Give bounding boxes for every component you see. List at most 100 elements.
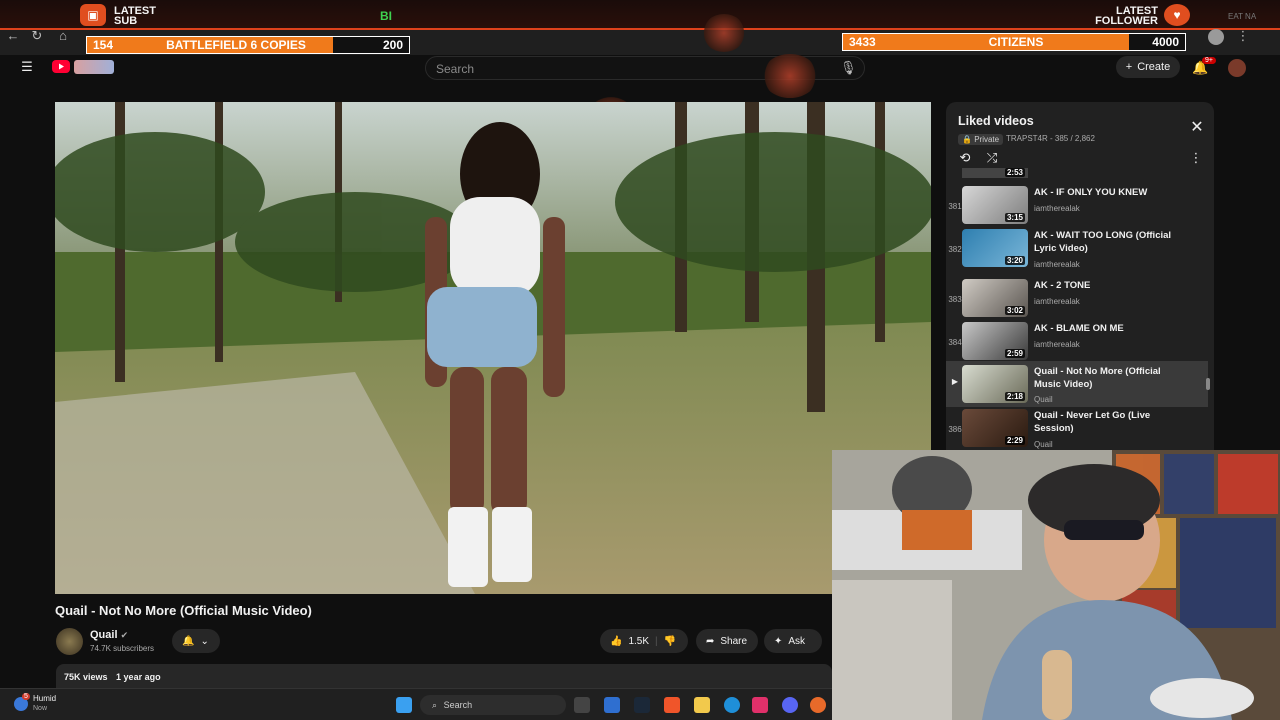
- steam-icon[interactable]: [634, 697, 650, 713]
- playlist-item-channel: iamtherealak: [1034, 260, 1080, 269]
- ask-label: Ask: [788, 635, 806, 647]
- goal-bar-battlefield: 154 BATTLEFIELD 6 COPIES 200: [86, 36, 410, 54]
- close-icon[interactable]: ✕: [1190, 120, 1204, 136]
- windows-taskbar: 5 Humid Now ⌕ Search: [0, 688, 832, 720]
- share-button[interactable]: ➦ Share: [696, 629, 758, 653]
- duration-badge: 2:29: [1004, 436, 1025, 445]
- youtube-logo[interactable]: [52, 60, 70, 73]
- partial-duration: 2:53: [1004, 168, 1025, 177]
- create-button[interactable]: + Create: [1116, 56, 1180, 78]
- sparkle-icon: ✦: [774, 635, 783, 647]
- playlist-item-number: 382: [948, 245, 962, 254]
- edge-browser-icon[interactable]: [724, 697, 740, 713]
- goal-left-label: BATTLEFIELD 6 COPIES: [166, 38, 306, 52]
- playlist-item-title: AK - WAIT TOO LONG (Official Lyric Video…: [1034, 230, 1172, 254]
- goal-left-target: 200: [333, 37, 409, 53]
- firefox-icon[interactable]: [810, 697, 826, 713]
- goal-right-current: 3433: [849, 35, 876, 49]
- like-count: 1.5K: [628, 635, 650, 647]
- playlist-thumbnail: 3:02: [962, 279, 1028, 317]
- playlist-thumbnail: 3:20: [962, 229, 1028, 267]
- goal-right-target: 4000: [1129, 34, 1185, 50]
- playlist-title: Liked videos: [958, 114, 1034, 128]
- playlist-item[interactable]: 384 2:59 AK - BLAME ON ME iamtherealak: [946, 322, 1208, 364]
- goal-right-label: CITIZENS: [988, 35, 1044, 49]
- playlist-item-title: Quail - Not No More (Official Music Vide…: [1034, 366, 1161, 390]
- playlist-item-current[interactable]: ▶ 2:18 Quail - Not No More (Official Mus…: [946, 361, 1208, 407]
- twitch-icon: ▣: [80, 4, 106, 26]
- duration-badge: 3:15: [1004, 213, 1025, 222]
- playlist-item[interactable]: 386 2:29 Quail - Never Let Go (Live Sess…: [946, 409, 1208, 450]
- playlist-item-channel: iamtherealak: [1034, 340, 1080, 349]
- lock-icon: 🔒: [962, 135, 972, 144]
- create-label: Create: [1137, 61, 1171, 73]
- mic-icon[interactable]: 🎙: [840, 61, 857, 75]
- webcam-feed: [832, 450, 1280, 720]
- plus-icon: +: [1125, 61, 1133, 73]
- home-icon[interactable]: ⌂: [56, 29, 70, 43]
- playlist-item-channel: Quail: [1034, 395, 1053, 404]
- playlist-meta: TRAPST4R - 385 / 2,862: [1006, 134, 1095, 143]
- channel-avatar[interactable]: [1228, 59, 1246, 77]
- taskbar-search-placeholder: Search: [443, 700, 473, 710]
- task-view-icon[interactable]: [574, 697, 590, 713]
- thumbs-down-icon[interactable]: 👎: [664, 636, 676, 647]
- notification-toggle-button[interactable]: 🔔 ⌄: [172, 629, 220, 653]
- playlist-partial-thumbnail[interactable]: 2:53: [962, 168, 1028, 178]
- bell-icon: 🔔: [182, 635, 195, 647]
- playlist-item-title: Quail - Never Let Go (Live Session): [1034, 410, 1151, 434]
- duration-badge: 2:59: [1004, 349, 1025, 358]
- video-player[interactable]: [55, 102, 931, 594]
- chevron-down-icon: ⌄: [200, 635, 209, 647]
- tiktok-icon[interactable]: [752, 697, 768, 713]
- channel-avatar[interactable]: [56, 628, 83, 655]
- playlist-item-title: AK - BLAME ON ME: [1034, 323, 1124, 334]
- playlist-item[interactable]: 381 3:15 AK - IF ONLY YOU KNEW iamtherea…: [946, 186, 1208, 228]
- custom-doodle-logo[interactable]: [74, 60, 114, 74]
- duration-badge: 3:20: [1004, 256, 1025, 265]
- playlist-item[interactable]: 382 3:20 AK - WAIT TOO LONG (Official Ly…: [946, 229, 1208, 271]
- file-explorer-icon[interactable]: [694, 697, 710, 713]
- channel-name-row[interactable]: Quail ✔: [90, 629, 128, 641]
- playlist-item-number: 384: [948, 338, 962, 347]
- overlay-center-mark: BI: [380, 9, 392, 23]
- channel-name: Quail: [90, 629, 118, 641]
- back-icon[interactable]: ←: [6, 29, 20, 43]
- notification-badge: 9+: [1202, 57, 1216, 64]
- video-frame-scene: [55, 102, 931, 594]
- profile-avatar[interactable]: [1208, 29, 1224, 45]
- playlist-item[interactable]: 383 3:02 AK - 2 TONE iamtherealak: [946, 279, 1208, 321]
- overlay-emote-face: [762, 54, 818, 98]
- heart-icon: ♥: [1164, 4, 1190, 26]
- hamburger-menu-icon[interactable]: ☰: [20, 60, 34, 74]
- playlist-thumbnail: 2:29: [962, 409, 1028, 447]
- playlist-item-channel: iamtherealak: [1034, 297, 1080, 306]
- share-label: Share: [720, 635, 748, 647]
- overlay-right-mark: EAT NA: [1228, 12, 1257, 21]
- shuffle-icon[interactable]: ⤮: [985, 151, 999, 165]
- brave-browser-icon[interactable]: [664, 697, 680, 713]
- menu-icon[interactable]: ⋮: [1236, 29, 1250, 43]
- privacy-badge: 🔒 Private: [958, 134, 1004, 145]
- calculator-icon[interactable]: [604, 697, 620, 713]
- view-count: 75K views: [64, 672, 108, 682]
- play-icon: [59, 63, 64, 70]
- playlist-panel: Liked videos 🔒 Private TRAPST4R - 385 / …: [946, 102, 1214, 450]
- ask-button[interactable]: ✦ Ask: [764, 629, 822, 653]
- verified-icon: ✔: [120, 630, 129, 640]
- divider: |: [655, 635, 658, 647]
- playlist-thumbnail: 2:18: [962, 365, 1028, 403]
- windows-start-icon[interactable]: [396, 697, 412, 713]
- latest-sub-label: LATEST SUB: [114, 5, 156, 27]
- reload-icon[interactable]: ↻: [30, 29, 44, 43]
- playlist-scrollbar-thumb[interactable]: [1206, 378, 1210, 390]
- discord-icon[interactable]: [782, 697, 798, 713]
- playlist-item-channel: Quail: [1034, 440, 1053, 449]
- loop-icon[interactable]: ⟲: [958, 151, 972, 165]
- more-options-icon[interactable]: ⋮: [1189, 151, 1203, 165]
- webcam-scene: [832, 450, 1280, 720]
- upload-age: 1 year ago: [116, 672, 161, 682]
- description-box[interactable]: 75K views 1 year ago: [56, 664, 832, 688]
- taskbar-search[interactable]: ⌕ Search: [420, 695, 566, 715]
- thumbs-up-icon[interactable]: 👍: [610, 636, 622, 647]
